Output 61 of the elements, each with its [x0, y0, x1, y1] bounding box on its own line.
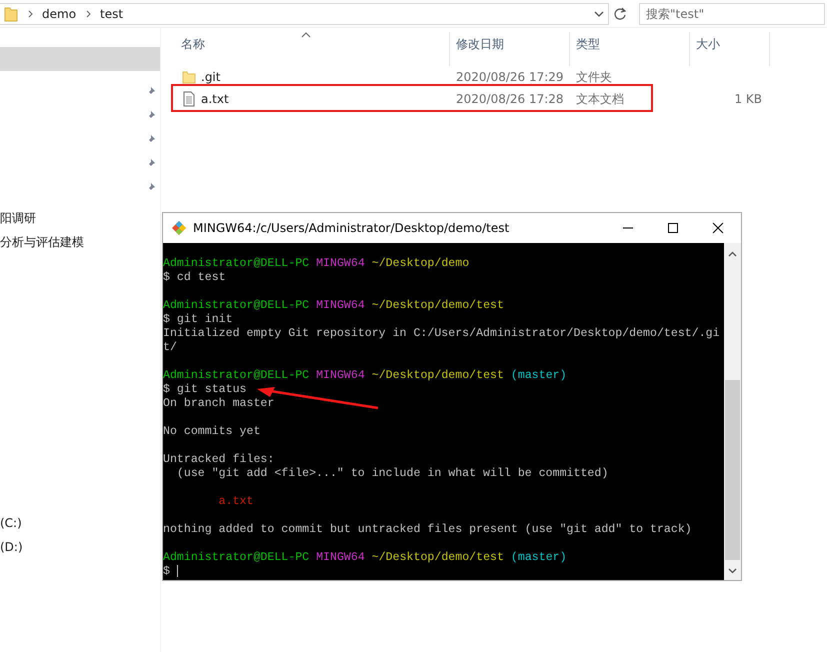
terminal-line: On branch master [163, 397, 274, 410]
terminal-line: nothing added to commit but untracked files present (use "git add" to track) [163, 523, 692, 536]
table-cell-text: 文件夹 [575, 68, 613, 86]
column-header[interactable]: 类型 [570, 32, 690, 66]
table-cell-text: 2020/08/26 17:29 [455, 70, 565, 84]
breadcrumb[interactable]: demo [42, 6, 76, 20]
prompt-path: ~/Desktop/demo/test [372, 369, 504, 382]
terminal-line: Initialized empty Git repository in C:/Users/Administrator/Desktop/demo/test/.gi [163, 327, 720, 340]
column-header[interactable]: 大小 [690, 32, 770, 66]
terminal-line: $ [163, 565, 170, 578]
terminal-line: $ git init [163, 313, 233, 326]
file-name[interactable]: .git [201, 70, 220, 84]
address-bar[interactable]: demo test [0, 2, 609, 24]
scroll-thumb[interactable] [725, 380, 740, 560]
terminal-line: $ git status [163, 383, 246, 396]
prompt-branch: (master) [510, 551, 567, 564]
sort-caret-icon [301, 32, 311, 38]
table-cell: 1 KB [734, 92, 762, 106]
breadcrumb[interactable]: test [100, 6, 124, 20]
terminal-line: No commits yet [163, 425, 260, 438]
nav-item[interactable]: (D:) [0, 535, 160, 559]
prompt-host: MINGW64 [316, 299, 365, 312]
terminal-line: (use "git add <file>..." to include in what will be committed) [176, 467, 608, 480]
scroll-down-icon[interactable] [728, 568, 737, 574]
nav-item[interactable]: 分析与评估建模 [0, 230, 160, 254]
column-header[interactable]: 名称 [175, 32, 450, 66]
prompt-host: MINGW64 [316, 551, 365, 564]
table-cell-text: 文本文档 [575, 90, 625, 108]
prompt-path: ~/Desktop/demo/test [372, 299, 504, 312]
refresh-icon[interactable] [613, 6, 627, 20]
prompt-user: Administrator@DELL-PC [163, 551, 310, 564]
prompt-user: Administrator@DELL-PC [163, 257, 310, 270]
document-icon [181, 91, 197, 107]
table-cell-text: 2020/08/26 17:28 [455, 92, 565, 106]
column-header[interactable]: 修改日期 [450, 32, 570, 66]
file-name[interactable]: a.txt [201, 92, 229, 106]
prompt-branch: (master) [510, 369, 567, 382]
git-icon [171, 220, 187, 236]
prompt-host: MINGW64 [316, 369, 365, 382]
dropdown-icon[interactable] [594, 10, 604, 16]
nav-item[interactable]: 阳调研 [0, 206, 160, 230]
terminal-line: a.txt [218, 495, 254, 508]
prompt-user: Administrator@DELL-PC [163, 299, 310, 312]
nav-item[interactable]: (C:) [0, 511, 160, 535]
prompt-path: ~/Desktop/demo [372, 257, 470, 270]
prompt-path: ~/Desktop/demo/test [372, 551, 504, 564]
terminal-line: t/ [163, 341, 177, 354]
scrollbar[interactable] [724, 243, 741, 580]
terminal-line: $ cd test [163, 271, 226, 284]
folder-icon [4, 6, 18, 22]
prompt-user: Administrator@DELL-PC [163, 369, 310, 382]
close-icon[interactable] [712, 222, 724, 234]
maximize-icon[interactable] [667, 222, 679, 234]
scroll-up-icon[interactable] [728, 251, 737, 257]
chevron-icon[interactable] [28, 10, 34, 18]
folder-icon [181, 69, 197, 85]
terminal-line: Untracked files: [163, 453, 274, 466]
prompt-host: MINGW64 [316, 257, 365, 270]
search-field[interactable]: 搜索"test" [639, 2, 825, 24]
chevron-icon[interactable] [86, 10, 92, 18]
window-title: MINGW64:/c/Users/Administrator/Desktop/demo/test [193, 221, 510, 235]
